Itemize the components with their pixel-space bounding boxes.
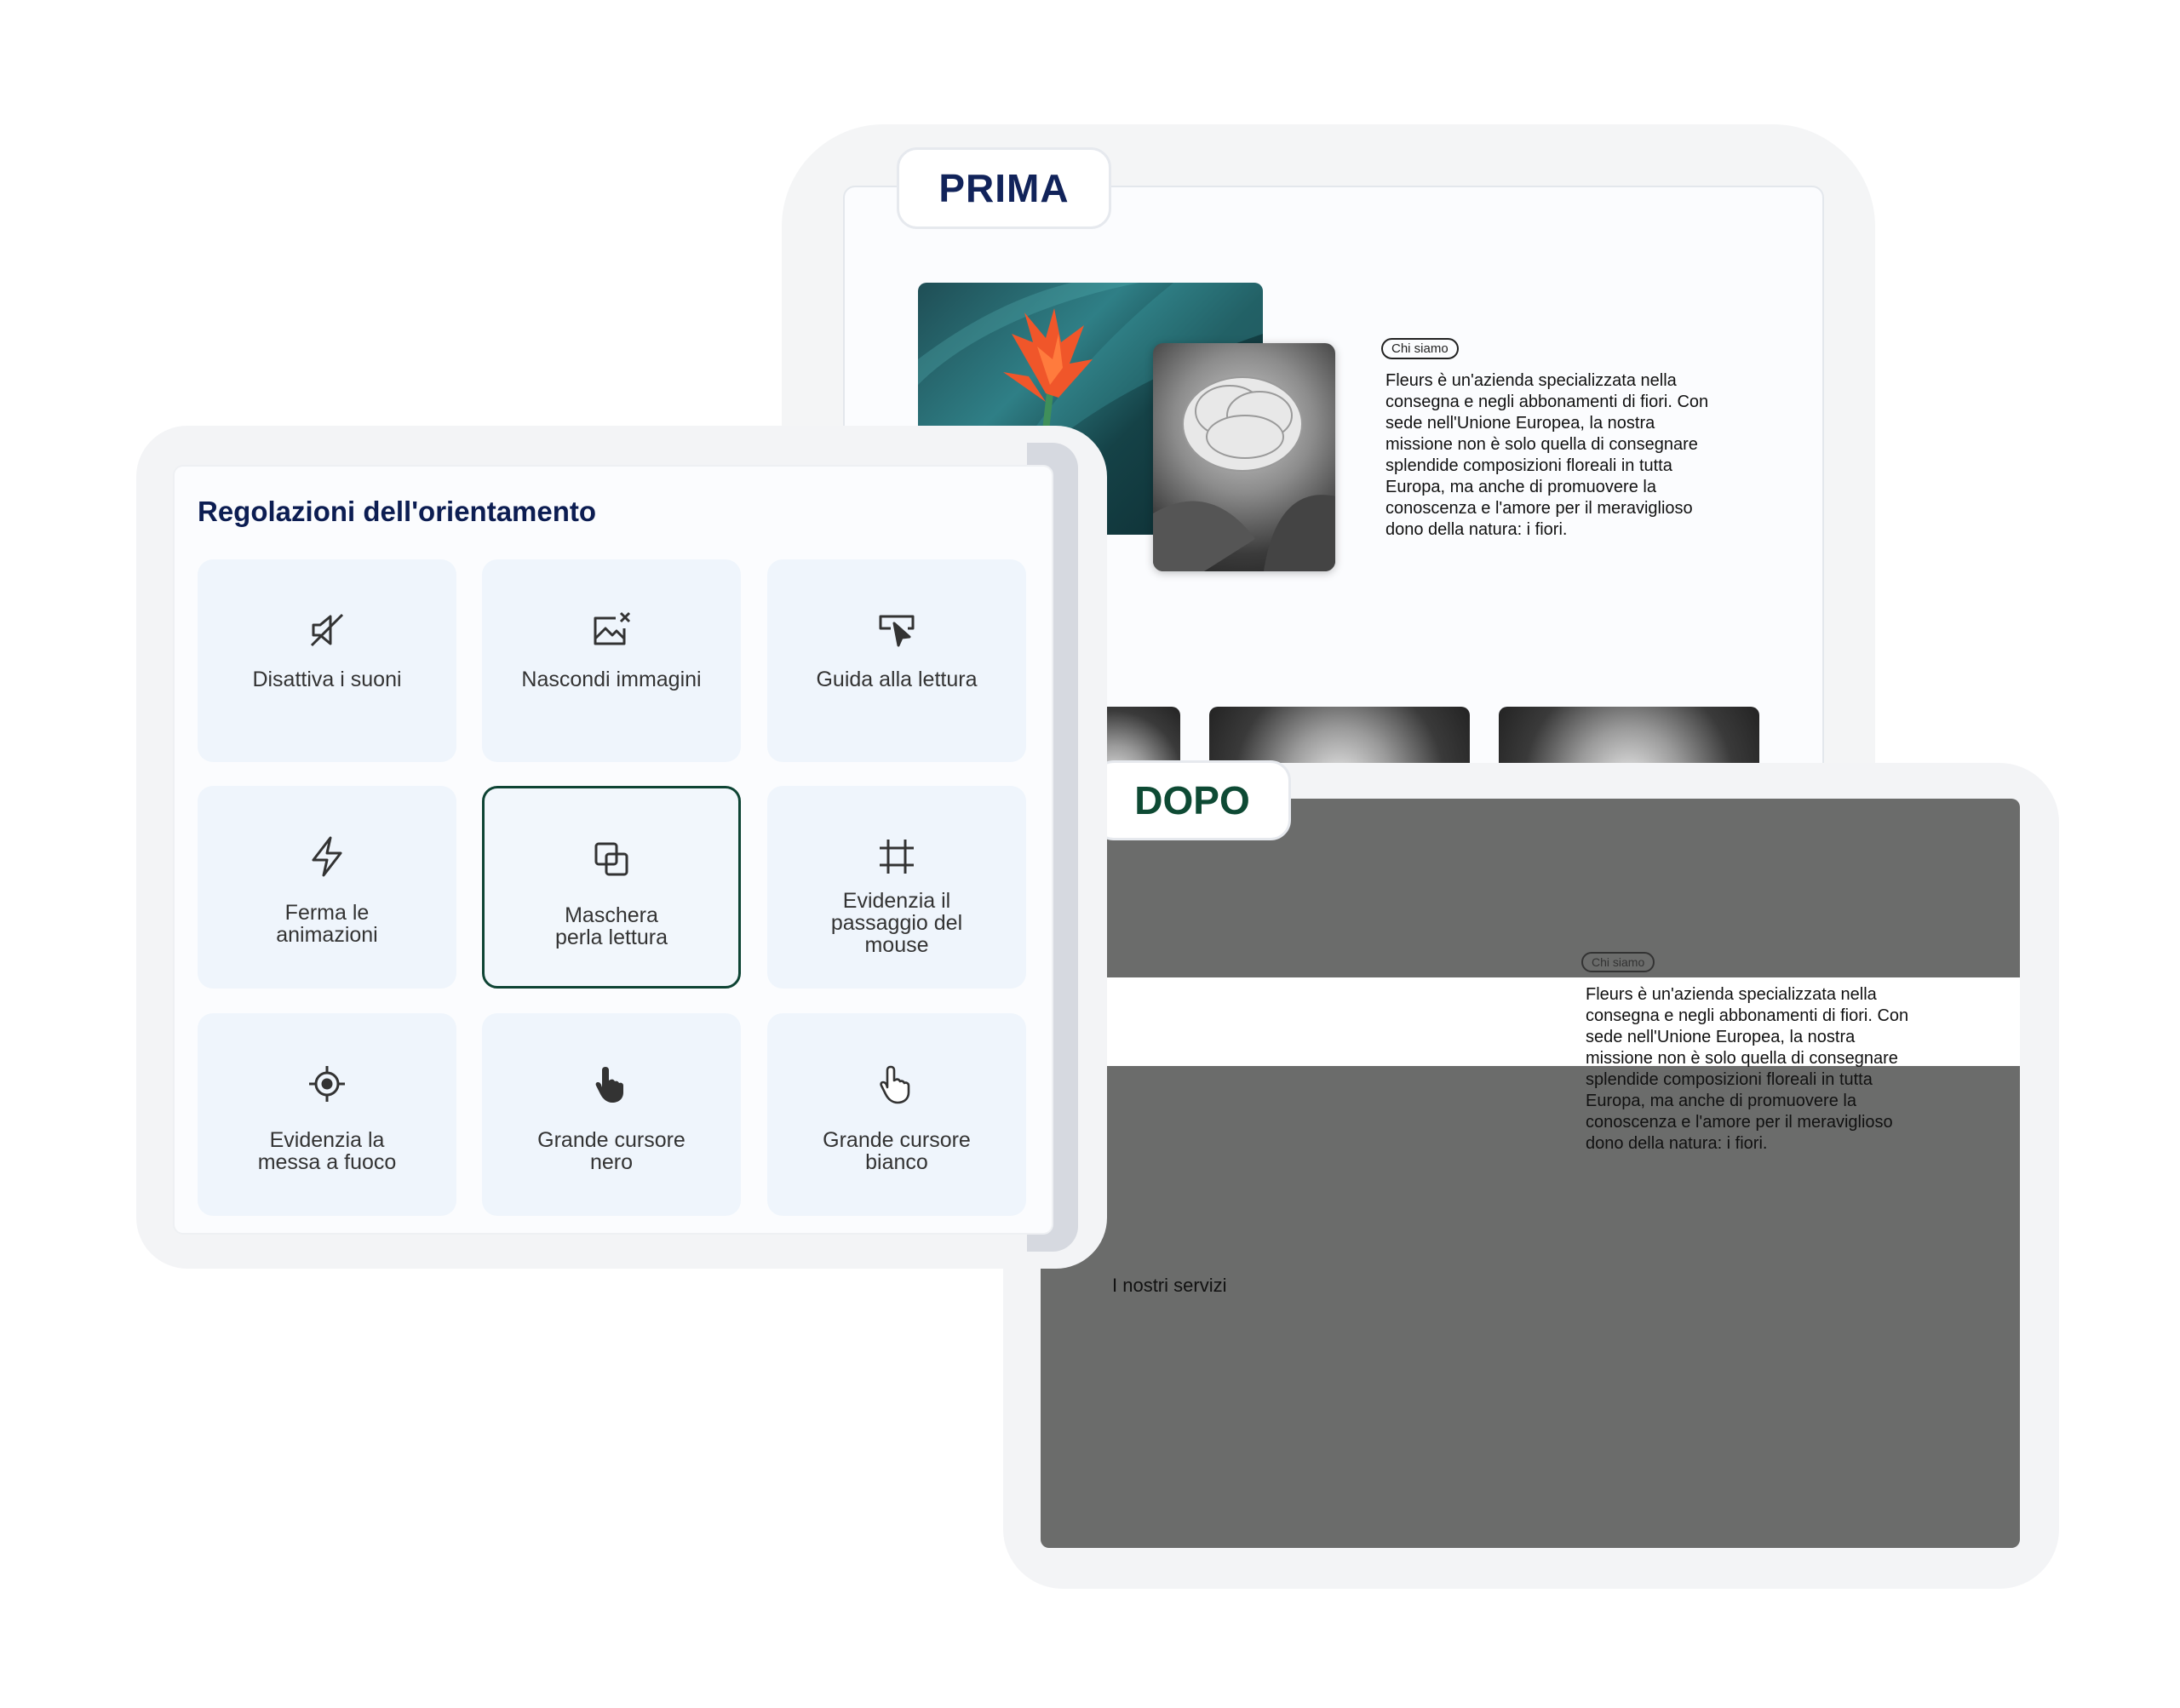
- prima-badge: PRIMA: [897, 147, 1111, 229]
- mute-icon: [304, 607, 350, 653]
- about-text-line: splendide composizioni floreali in tutta: [1586, 1070, 1873, 1089]
- highlight-hover-tile[interactable]: Evidenzia il passaggio del mouse: [767, 786, 1026, 989]
- tile-label: Grande cursore bianco: [823, 1128, 971, 1174]
- mute-sounds-tile[interactable]: Disattiva i suoni: [198, 559, 456, 762]
- dopo-preview-card: [1041, 799, 2020, 1548]
- reading-guide-icon: [874, 607, 920, 653]
- white-cursor-icon: [874, 1061, 920, 1107]
- about-text-line: Fleurs è un'azienda specializzata nella: [1385, 371, 1677, 390]
- reading-guide-tile[interactable]: Guida alla lettura: [767, 559, 1026, 762]
- hide-images-tile[interactable]: Nascondi immagini: [482, 559, 741, 762]
- dopo-badge: DOPO: [1093, 760, 1291, 840]
- about-text-line: dono della natura: i fiori.: [1385, 520, 1568, 539]
- reading-mask-tile[interactable]: Maschera perla lettura: [482, 786, 741, 989]
- about-text-line: conoscenza e l'amore per il meraviglioso: [1586, 1113, 1893, 1132]
- lightning-icon: [304, 834, 350, 880]
- tile-label: Ferma le animazioni: [276, 901, 378, 947]
- tile-label: Evidenzia il passaggio del mouse: [830, 889, 963, 957]
- about-text-line: missione non è solo quella di consegnare: [1586, 1049, 1898, 1068]
- prima-about-section: Chi siamo: [1381, 338, 1459, 359]
- about-text-line: missione non è solo quella di consegnare: [1385, 435, 1698, 454]
- stop-animations-tile[interactable]: Ferma le animazioni: [198, 786, 456, 989]
- about-text-line: Europa, ma anche di promuovere la: [1586, 1092, 1856, 1110]
- hide-image-icon: [588, 607, 634, 653]
- about-text-line: conoscenza e l'amore per il meraviglioso: [1385, 499, 1693, 518]
- white-peony-photo: [1153, 343, 1335, 571]
- about-text-line: sede nell'Unione Europea, la nostra: [1586, 1028, 1856, 1046]
- about-text-line: consegna e negli abbonamenti di fiori. C…: [1586, 1006, 1909, 1025]
- big-white-cursor-tile[interactable]: Grande cursore bianco: [767, 1013, 1026, 1216]
- about-pill: Chi siamo: [1381, 338, 1459, 359]
- tile-label: Maschera perla lettura: [554, 903, 668, 949]
- about-text-line: splendide composizioni floreali in tutta: [1385, 456, 1672, 475]
- about-text-line: dono della natura: i fiori.: [1586, 1134, 1768, 1153]
- hover-highlight-icon: [874, 834, 920, 880]
- highlight-focus-tile[interactable]: Evidenzia la messa a fuoco: [198, 1013, 456, 1216]
- tile-label: Guida alla lettura: [816, 668, 978, 691]
- tile-label: Evidenzia la messa a fuoco: [257, 1128, 397, 1174]
- prima-about-text: Fleurs è un'azienda specializzata nella …: [1385, 370, 1760, 541]
- tile-label: Nascondi immagini: [521, 668, 702, 691]
- dopo-about-text: Fleurs è un'azienda specializzata nella …: [1586, 984, 1960, 1155]
- about-pill: Chi siamo: [1581, 952, 1655, 972]
- black-cursor-icon: [588, 1061, 634, 1107]
- tile-label: Disattiva i suoni: [252, 668, 402, 691]
- focus-target-icon: [304, 1061, 350, 1107]
- dopo-about-section: Chi siamo: [1581, 952, 1655, 972]
- about-text-line: sede nell'Unione Europea, la nostra: [1385, 414, 1655, 433]
- big-black-cursor-tile[interactable]: Grande cursore nero: [482, 1013, 741, 1216]
- reading-mask-icon: [588, 836, 634, 882]
- services-heading: I nostri servizi: [1112, 1275, 1227, 1296]
- panel-title: Regolazioni dell'orientamento: [198, 496, 597, 527]
- tile-label: Grande cursore nero: [537, 1128, 686, 1174]
- about-text-line: consegna e negli abbonamenti di fiori. C…: [1385, 393, 1709, 411]
- about-text-line: Europa, ma anche di promuovere la: [1385, 478, 1656, 496]
- about-text-line: Fleurs è un'azienda specializzata nella: [1586, 985, 1877, 1004]
